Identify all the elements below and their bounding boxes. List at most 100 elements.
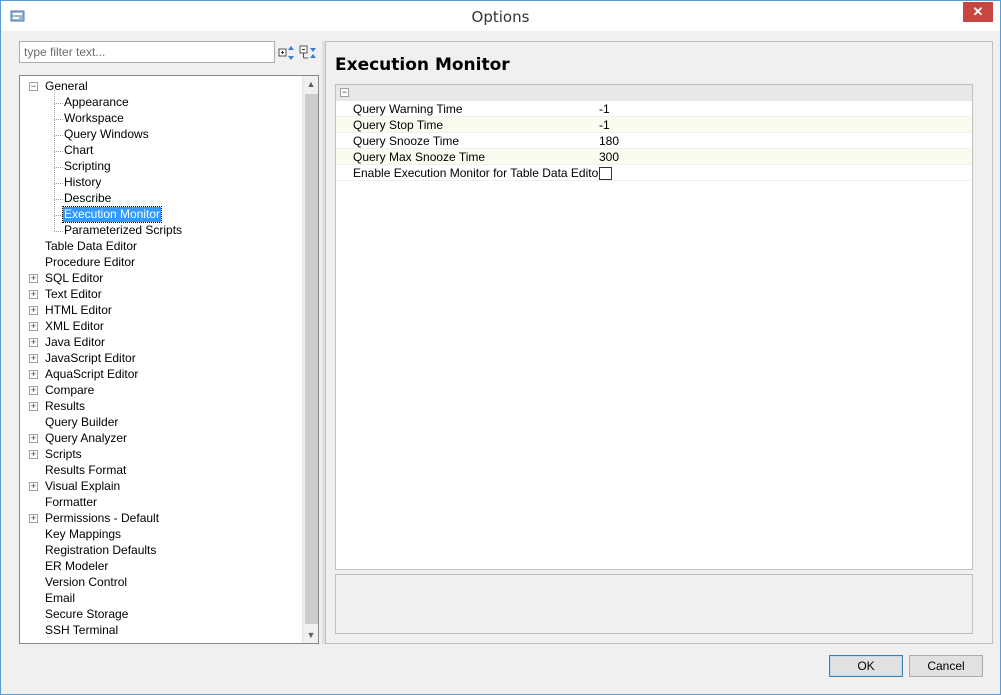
tree-item-er-modeler[interactable]: ER Modeler: [20, 559, 302, 575]
tree-item-compare[interactable]: + Compare: [20, 383, 302, 399]
close-button[interactable]: ✕: [963, 2, 993, 22]
expand-toggle-icon[interactable]: +: [29, 450, 38, 459]
tree-item-label: Scripting: [64, 159, 111, 173]
filter-input[interactable]: [19, 41, 275, 63]
tree-item-ssh-terminal[interactable]: SSH Terminal: [20, 623, 302, 639]
tree-item-scripting[interactable]: Scripting: [20, 159, 302, 175]
tree-item-general[interactable]: − General: [20, 79, 302, 95]
tree-item-javascript-editor[interactable]: + JavaScript Editor: [20, 351, 302, 367]
expand-toggle-icon[interactable]: +: [29, 306, 38, 315]
tree-item-procedure-editor[interactable]: Procedure Editor: [20, 255, 302, 271]
tree-item-label: Results: [45, 399, 86, 413]
tree-item-html-editor[interactable]: + HTML Editor: [20, 303, 302, 319]
ok-button[interactable]: OK: [829, 655, 903, 677]
property-value[interactable]: 180: [599, 133, 619, 149]
expand-toggle-icon[interactable]: +: [29, 482, 38, 491]
tree-item-label: ER Modeler: [45, 559, 109, 573]
expand-toggle-icon[interactable]: +: [29, 322, 38, 331]
expand-toggle-icon[interactable]: +: [29, 354, 38, 363]
options-tree[interactable]: − General Appearance Workspace Query Windo…: [19, 75, 319, 644]
tree-item-label: Results Format: [45, 463, 127, 477]
expand-toggle-icon[interactable]: +: [29, 434, 38, 443]
expand-toggle-icon[interactable]: +: [29, 338, 38, 347]
expand-toggle-icon[interactable]: +: [29, 290, 38, 299]
title-bar: Options ✕: [1, 1, 1000, 31]
tree-guide-line: [54, 199, 63, 200]
collapse-group-icon[interactable]: −: [340, 88, 349, 97]
tree-item-label: Email: [45, 591, 76, 605]
tree-scrollbar[interactable]: ▲ ▼: [302, 76, 318, 643]
tree-item-history[interactable]: History: [20, 175, 302, 191]
property-row[interactable]: Query Max Snooze Time 300: [336, 149, 972, 165]
tree-item-label: AquaScript Editor: [45, 367, 139, 381]
tree-item-parameterized-scripts[interactable]: Parameterized Scripts: [20, 223, 302, 239]
property-value[interactable]: -1: [599, 117, 610, 133]
property-grid: − Query Warning Time -1 Query Stop Time -1 Q…: [335, 84, 973, 570]
collapse-all-icon[interactable]: [299, 44, 317, 62]
expand-toggle-icon[interactable]: +: [29, 370, 38, 379]
expand-toggle-icon[interactable]: +: [29, 514, 38, 523]
cancel-button[interactable]: Cancel: [909, 655, 983, 677]
tree-item-secure-storage[interactable]: Secure Storage: [20, 607, 302, 623]
property-row[interactable]: Query Stop Time -1: [336, 117, 972, 133]
tree-item-label: Text Editor: [45, 287, 102, 301]
tree-item-query-analyzer[interactable]: + Query Analyzer: [20, 431, 302, 447]
tree-item-label: Query Windows: [64, 127, 149, 141]
tree-item-java-editor[interactable]: + Java Editor: [20, 335, 302, 351]
tree-item-visual-explain[interactable]: + Visual Explain: [20, 479, 302, 495]
scroll-up-icon[interactable]: ▲: [303, 76, 318, 92]
property-row[interactable]: Enable Execution Monitor for Table Data …: [336, 165, 972, 181]
property-name: Enable Execution Monitor for Table Data …: [353, 166, 603, 180]
tree-item-query-windows[interactable]: Query Windows: [20, 127, 302, 143]
scroll-down-icon[interactable]: ▼: [303, 627, 318, 643]
window-title: Options: [471, 8, 530, 26]
settings-panel: Execution Monitor − Query Warning Time -1…: [325, 41, 993, 644]
property-value[interactable]: -1: [599, 101, 610, 117]
tree-item-chart[interactable]: Chart: [20, 143, 302, 159]
tree-item-text-editor[interactable]: + Text Editor: [20, 287, 302, 303]
tree-item-sql-editor[interactable]: + SQL Editor: [20, 271, 302, 287]
tree-guide-line: [54, 119, 63, 120]
expand-toggle-icon[interactable]: +: [29, 274, 38, 283]
tree-item-describe[interactable]: Describe: [20, 191, 302, 207]
tree-item-label: Secure Storage: [45, 607, 129, 621]
expand-all-icon[interactable]: [278, 44, 296, 62]
collapse-toggle-icon[interactable]: −: [29, 82, 38, 91]
tree-item-key-mappings[interactable]: Key Mappings: [20, 527, 302, 543]
tree-item-label: History: [64, 175, 102, 189]
scroll-thumb[interactable]: [305, 94, 318, 624]
expand-toggle-icon[interactable]: +: [29, 386, 38, 395]
tree-item-label: Key Mappings: [45, 527, 122, 541]
tree-guide-line: [54, 215, 63, 216]
tree-item-label: Execution Monitor: [61, 206, 163, 223]
tree-item-xml-editor[interactable]: + XML Editor: [20, 319, 302, 335]
tree-item-email[interactable]: Email: [20, 591, 302, 607]
tree-item-registration-defaults[interactable]: Registration Defaults: [20, 543, 302, 559]
tree-item-workspace[interactable]: Workspace: [20, 111, 302, 127]
property-value[interactable]: 300: [599, 149, 619, 165]
tree-item-label: Visual Explain: [45, 479, 121, 493]
tree-item-label: Describe: [64, 191, 112, 205]
tree-item-label: Compare: [45, 383, 95, 397]
tree-item-version-control[interactable]: Version Control: [20, 575, 302, 591]
description-area: [335, 574, 973, 634]
tree-item-results[interactable]: + Results: [20, 399, 302, 415]
tree-item-scripts[interactable]: + Scripts: [20, 447, 302, 463]
property-row[interactable]: Query Snooze Time 180: [336, 133, 972, 149]
enable-table-editor-monitor-checkbox[interactable]: [599, 167, 612, 180]
tree-item-label: Chart: [64, 143, 94, 157]
tree-item-permissions-default[interactable]: + Permissions - Default: [20, 511, 302, 527]
tree-item-aquascript-editor[interactable]: + AquaScript Editor: [20, 367, 302, 383]
tree-guide-line: [54, 231, 63, 232]
property-group-header: −: [336, 85, 972, 101]
expand-toggle-icon[interactable]: +: [29, 402, 38, 411]
tree-item-table-data-editor[interactable]: Table Data Editor: [20, 239, 302, 255]
tree-item-results-format[interactable]: Results Format: [20, 463, 302, 479]
tree-item-execution-monitor[interactable]: Execution Monitor: [20, 206, 302, 223]
property-name: Query Warning Time: [353, 102, 463, 116]
tree-item-formatter[interactable]: Formatter: [20, 495, 302, 511]
property-row[interactable]: Query Warning Time -1: [336, 101, 972, 117]
tree-item-appearance[interactable]: Appearance: [20, 95, 302, 111]
property-name: Query Stop Time: [353, 118, 444, 132]
tree-item-query-builder[interactable]: Query Builder: [20, 415, 302, 431]
